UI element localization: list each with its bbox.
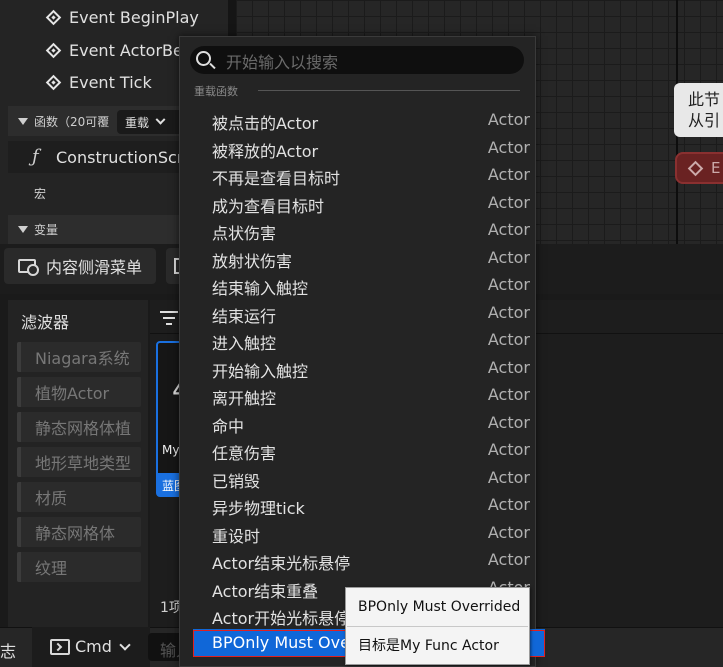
function-name: 开始输入触控: [212, 361, 309, 381]
function-owner-class: Actor: [487, 192, 530, 212]
function-name: Actor开始光标悬停: [212, 609, 351, 628]
function-name: 进入触控: [212, 334, 277, 353]
function-name: 已销毁: [212, 471, 261, 491]
function-owner-class: Actor: [487, 522, 530, 542]
function-name: Actor结束重叠: [212, 581, 319, 601]
cmd-label: Cmd: [75, 637, 112, 656]
chevron-down-icon: [155, 114, 166, 125]
category-divider: [258, 90, 520, 91]
comment-line-2: 从引: [688, 111, 721, 130]
function-owner-class: Actor: [487, 165, 530, 184]
output-log-label[interactable]: 志: [0, 638, 16, 662]
filters-title: 滤波器: [21, 313, 70, 332]
function-name: 异步物理tick: [212, 499, 305, 518]
override-function-item[interactable]: 已销毁 Actor: [181, 464, 534, 491]
override-function-item[interactable]: Actor结束光标悬停 Actor: [181, 546, 534, 573]
override-function-item[interactable]: 不再是查看目标时 Actor: [181, 161, 534, 188]
event-beginplay-item[interactable]: Event BeginPlay: [0, 1, 228, 33]
override-function-item[interactable]: 放射状伤害 Actor: [181, 244, 534, 271]
function-owner-class: Actor: [487, 467, 530, 487]
comment-line-1: 此节: [688, 90, 721, 109]
function-owner-class: Actor: [487, 357, 530, 377]
override-function-item[interactable]: 任意伤害 Actor: [181, 436, 534, 463]
function-owner-class: Actor: [487, 220, 530, 239]
function-name: 点状伤害: [212, 224, 277, 243]
terminal-icon: [50, 639, 70, 655]
function-name: 被释放的Actor: [212, 141, 319, 161]
filter-static-mesh[interactable]: 静态网格体: [17, 517, 141, 547]
macros-header-label: 宏: [34, 187, 47, 201]
override-function-item[interactable]: 异步物理tick Actor: [181, 491, 534, 518]
tooltip-body: 目标是My Func Actor: [358, 638, 499, 654]
function-owner-class: Actor: [487, 550, 530, 569]
function-name: 结束输入触控: [212, 279, 309, 298]
event-diamond-icon: [45, 9, 62, 25]
function-owner-class: Actor: [487, 137, 530, 157]
functions-header-label: 函数（20可覆: [34, 114, 110, 129]
override-function-item[interactable]: 成为查看目标时 Actor: [181, 189, 534, 216]
function-name: 结束运行: [212, 306, 277, 326]
content-drawer-label: 内容侧滑菜单: [46, 258, 143, 277]
function-owner-class: Actor: [487, 385, 530, 404]
function-name: 被点击的Actor: [212, 114, 319, 133]
override-function-item[interactable]: 结束运行 Actor: [181, 299, 534, 326]
filter-icon[interactable]: [160, 311, 178, 325]
override-function-item[interactable]: 重设时 Actor: [181, 519, 534, 546]
content-drawer-icon: [18, 259, 39, 276]
collapse-caret-icon: [18, 226, 28, 233]
function-owner-class: Actor: [487, 412, 530, 432]
event-diamond-icon: [45, 74, 62, 90]
function-owner-class: Actor: [487, 247, 530, 267]
tooltip-divider: [347, 626, 528, 627]
override-function-item[interactable]: 命中 Actor: [181, 409, 534, 436]
filter-texture[interactable]: 纹理: [17, 552, 141, 582]
function-name: 不再是查看目标时: [212, 169, 341, 188]
content-drawer-tab[interactable]: 内容侧滑菜单: [4, 248, 156, 284]
override-button-label: 重载: [125, 115, 150, 130]
function-name: 成为查看目标时: [212, 196, 325, 216]
override-function-item[interactable]: 开始输入触控 Actor: [181, 354, 534, 381]
asset-name: My: [162, 443, 180, 457]
search-icon: [196, 51, 216, 71]
category-header: 重载函数: [194, 85, 238, 98]
event-diamond-icon: [45, 42, 62, 58]
function-owner-class: Actor: [487, 440, 530, 459]
function-owner-class: Actor: [487, 275, 530, 294]
function-owner-class: Actor: [487, 330, 530, 349]
filter-static-mesh-foliage[interactable]: 静态网格体植: [17, 412, 141, 442]
event-node[interactable]: E: [675, 152, 723, 184]
event-node-label: E: [711, 159, 721, 177]
tooltip-title: BPOnly Must Overrided: [358, 599, 521, 615]
event-label: Event ActorBe: [69, 40, 183, 60]
event-diamond-icon: [687, 160, 704, 177]
collapse-caret-icon: [18, 117, 28, 125]
event-label: Event BeginPlay: [69, 7, 199, 27]
function-name: 命中: [212, 416, 245, 436]
override-function-item[interactable]: 进入触控 Actor: [181, 326, 534, 353]
override-function-item[interactable]: 被点击的Actor Actor: [181, 106, 534, 133]
function-name: 任意伤害: [212, 444, 277, 463]
function-name: 离开触控: [212, 389, 277, 408]
filter-landscape-grass-type[interactable]: 地形草地类型: [17, 447, 141, 477]
function-owner-class: Actor: [487, 110, 530, 129]
comment-node[interactable]: 此节 从引: [674, 83, 723, 137]
function-name: 重设时: [212, 526, 261, 546]
override-function-item[interactable]: 被释放的Actor Actor: [181, 134, 534, 161]
override-function-item[interactable]: 离开触控 Actor: [181, 381, 534, 408]
event-label: Event Tick: [69, 72, 152, 92]
variables-header-label: 变量: [34, 223, 59, 237]
construction-script-label: ConstructionScr: [56, 148, 184, 167]
override-function-item[interactable]: 结束输入触控 Actor: [181, 271, 534, 298]
function-name: 放射状伤害: [212, 251, 293, 271]
override-dropdown-button[interactable]: 重载: [117, 110, 185, 134]
function-owner-class: Actor: [487, 495, 530, 514]
function-name: Actor结束光标悬停: [212, 554, 351, 573]
filter-niagara-system[interactable]: Niagara系统: [17, 342, 141, 372]
function-owner-class: Actor: [487, 302, 530, 322]
filter-material[interactable]: 材质: [17, 482, 141, 512]
override-function-item[interactable]: 点状伤害 Actor: [181, 216, 534, 243]
function-icon: ƒ: [32, 146, 39, 167]
search-placeholder: 开始输入以搜索: [226, 53, 339, 72]
filter-foliage-actor[interactable]: 植物Actor: [17, 377, 141, 407]
